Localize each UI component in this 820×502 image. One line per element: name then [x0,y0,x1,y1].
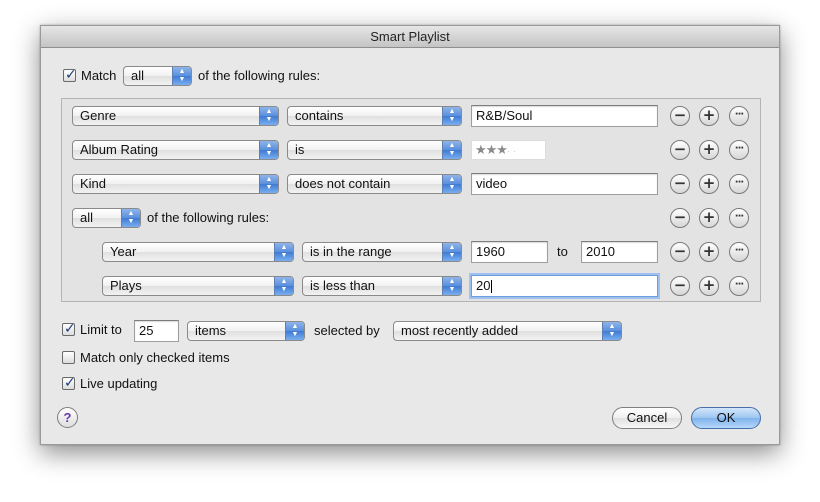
rules-container [61,98,761,302]
match-label: Match [81,68,117,83]
ok-button[interactable]: OK [691,407,761,429]
match-checked-checkbox[interactable] [62,351,75,364]
selected-by-value: most recently added [401,323,519,338]
rule-operator-popup[interactable]: contains ▲ ▼ [287,106,462,126]
add-rule-button[interactable]: + [699,276,719,296]
nested-match-popup[interactable]: all ▲ ▼ [72,208,141,228]
rule-operator-value: does not contain [295,176,391,191]
popup-arrows-icon: ▲ ▼ [285,322,304,340]
nested-rule-field-popup[interactable]: Plays ▲ ▼ [102,276,294,296]
window-title: Smart Playlist [41,26,779,48]
limit-checkbox[interactable]: ✓ [62,321,76,337]
rule-field-popup[interactable]: Kind ▲ ▼ [72,174,279,194]
match-checked-label: Match only checked items [80,350,230,365]
popup-arrows-icon: ▲ ▼ [259,107,278,125]
popup-arrows-icon: ▲ ▼ [442,107,461,125]
rule-operator-value: is in the range [310,244,392,259]
remove-rule-button[interactable]: − [670,106,690,126]
add-rule-button[interactable]: + [699,174,719,194]
rule-operator-popup[interactable]: does not contain ▲ ▼ [287,174,462,194]
rule-operator-value: is less than [310,278,376,293]
live-updating-label: Live updating [80,376,158,391]
rule-operator-popup[interactable]: is ▲ ▼ [287,140,462,160]
add-nested-rule-button[interactable]: ··· [729,106,749,126]
rule-field-value: Plays [110,278,142,293]
popup-arrows-icon: ▲ ▼ [274,243,293,261]
popup-arrows-icon: ▲ ▼ [442,175,461,193]
match-suffix: of the following rules: [198,68,321,83]
popup-arrows-icon: ▲ ▼ [259,141,278,159]
popup-arrows-icon: ▲ ▼ [259,175,278,193]
plays-value-text: 20 [476,278,491,293]
text-caret [491,280,493,294]
rule-field-popup[interactable]: Genre ▲ ▼ [72,106,279,126]
live-updating-checkbox[interactable]: ✓ [62,375,76,391]
selected-by-label: selected by [314,323,380,338]
rule-field-value: Genre [80,108,117,123]
add-nested-rule-button[interactable]: ··· [729,140,749,160]
rule-value-field[interactable]: R&B/Soul [471,105,658,127]
add-rule-button[interactable]: + [699,242,719,262]
rule-field-value: Year [110,244,137,259]
range-start-field[interactable]: 1960 [471,241,548,263]
nested-rule-operator-popup[interactable]: is in the range ▲ ▼ [302,242,462,262]
remove-rule-button[interactable]: − [670,208,690,228]
rule-operator-value: contains [295,108,344,123]
popup-arrows-icon: ▲ ▼ [274,277,293,295]
remove-rule-button[interactable]: − [670,140,690,160]
range-end-field[interactable]: 2010 [581,241,658,263]
checkmark-icon: ✓ [64,375,76,391]
add-nested-rule-button[interactable]: ··· [729,208,749,228]
rule-field-popup[interactable]: Album Rating ▲ ▼ [72,140,279,160]
add-rule-button[interactable]: + [699,140,719,160]
match-mode-popup[interactable]: all ▲ ▼ [123,66,192,86]
smart-playlist-dialog: Smart Playlist ✓ Match all ▲ ▼ of the fol… [40,25,780,445]
remove-rule-button[interactable]: − [670,174,690,194]
match-mode-value: all [131,68,145,83]
rule-operator-value: is [295,142,305,157]
nested-rule-operator-popup[interactable]: is less than ▲ ▼ [302,276,462,296]
limit-unit-value: items [195,323,227,338]
rule-value-field[interactable]: video [471,173,658,195]
nested-suffix: of the following rules: [147,210,270,225]
popup-arrows-icon: ▲ ▼ [121,209,140,227]
popup-arrows-icon: ▲ ▼ [172,67,191,85]
add-nested-rule-button[interactable]: ··· [729,276,749,296]
help-button[interactable]: ? [57,407,78,428]
popup-arrows-icon: ▲ ▼ [602,322,621,340]
star-rating-icons: ★★★ [475,142,508,157]
checkmark-icon: ✓ [64,321,76,337]
cancel-button[interactable]: Cancel [612,407,682,429]
remove-rule-button[interactable]: − [670,276,690,296]
add-nested-rule-button[interactable]: ··· [729,242,749,262]
checkmark-icon: ✓ [65,67,77,83]
popup-arrows-icon: ▲ ▼ [442,243,461,261]
limit-label: Limit to [80,322,122,337]
rule-field-value: Kind [80,176,107,191]
remove-rule-button[interactable]: − [670,242,690,262]
nested-match-value: all [80,210,94,225]
nested-rule-field-popup[interactable]: Year ▲ ▼ [102,242,294,262]
popup-arrows-icon: ▲ ▼ [442,277,461,295]
limit-unit-popup[interactable]: items ▲ ▼ [187,321,305,341]
add-rule-button[interactable]: + [699,208,719,228]
match-checkbox[interactable]: ✓ [63,67,77,83]
rule-field-value: Album Rating [80,142,159,157]
popup-arrows-icon: ▲ ▼ [442,141,461,159]
add-rule-button[interactable]: + [699,106,719,126]
range-to-label: to [557,244,568,259]
empty-star-dots-icon: ·· [506,146,519,156]
rating-stars-control[interactable]: ★★★·· [471,140,546,160]
limit-count-field[interactable]: 25 [134,320,179,342]
plays-value-field[interactable]: 20 [471,275,658,297]
selected-by-popup[interactable]: most recently added ▲ ▼ [393,321,622,341]
add-nested-rule-button[interactable]: ··· [729,174,749,194]
